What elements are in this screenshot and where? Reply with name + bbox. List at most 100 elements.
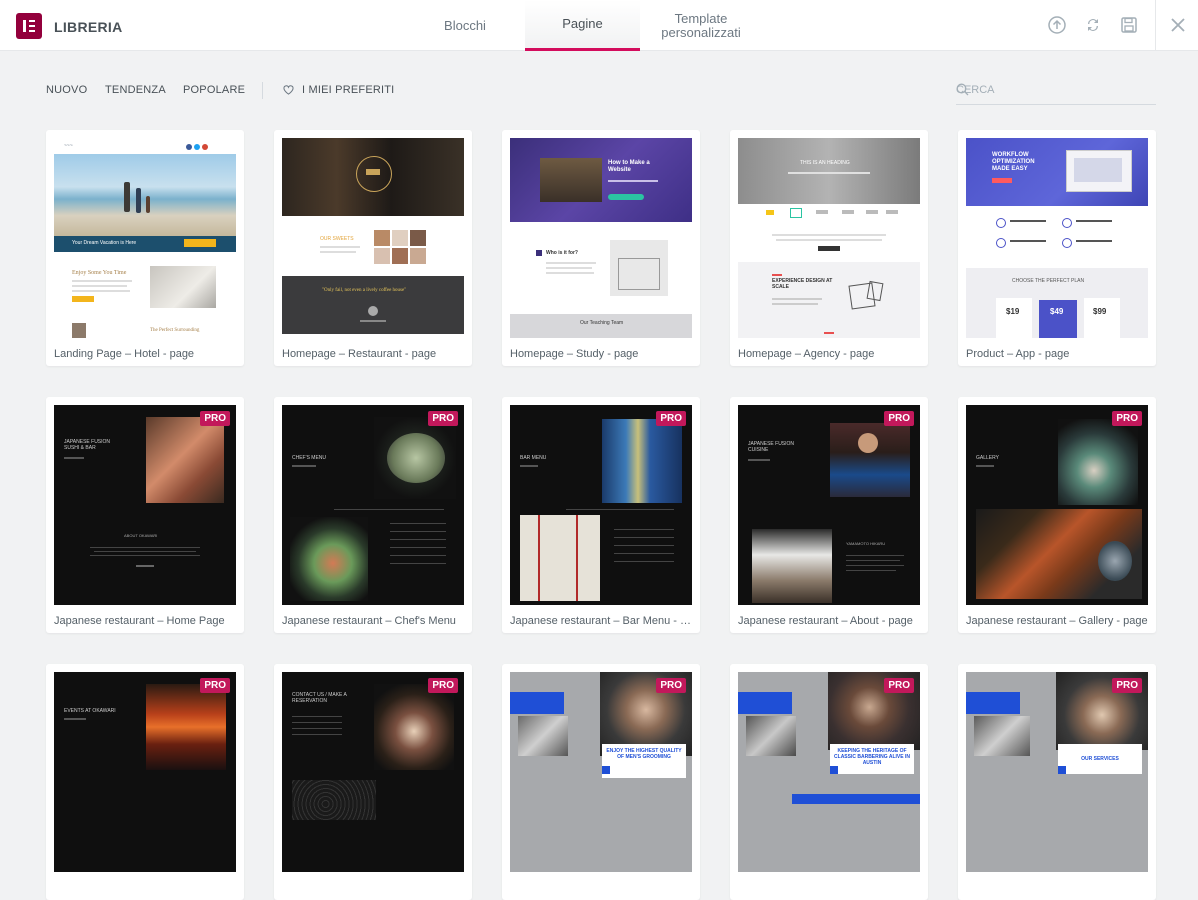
template-card[interactable]: CHEF'S MENU PRO Japanese restaurant – Ch… [274,397,472,633]
template-card[interactable]: JAPANESE FUSION SUSHI & BAR ABOUT OKAWAR… [46,397,244,633]
thumb-text: CHOOSE THE PERFECT PLAN [1012,278,1085,284]
upload-icon[interactable] [1047,15,1067,35]
favorites-label: I MIEI PREFERITI [302,84,395,96]
filter-divider [262,82,263,99]
thumb-text: Who is it for? [546,250,578,256]
template-thumbnail[interactable]: CONTACT US / MAKE A RESERVATION PRO [282,672,464,872]
thumb-text: $19 [1006,307,1020,316]
template-card[interactable]: CONTACT US / MAKE A RESERVATION PRO [274,664,472,900]
template-card[interactable]: ~~~ Your Dream Vacation is Here Enjoy So… [46,130,244,366]
template-card[interactable]: GALLERY PRO Japanese restaurant – Galler… [958,397,1156,633]
pro-badge: PRO [200,411,230,426]
thumb-text: $49 [1050,307,1064,316]
template-thumbnail[interactable]: CHEF'S MENU PRO [282,405,464,605]
heart-icon [283,84,295,96]
template-thumbnail[interactable]: ENJOY THE HIGHEST QUALITY OF MEN'S GROOM… [510,672,692,872]
template-thumbnail[interactable]: BAR MENU PRO [510,405,692,605]
thumb-text: "Only fail, not even a lively coffee hou… [322,288,407,293]
template-title: Japanese restaurant – Chef's Menu [282,615,456,627]
save-icon[interactable] [1119,15,1139,35]
thumb-text: BAR MENU [520,455,547,461]
template-card[interactable]: JAPANESE FUSION CUISINE YAMAMOTO HIKARU … [730,397,928,633]
header-divider [1155,0,1156,51]
template-title: Japanese restaurant – Home Page [54,615,225,627]
thumb-text: EXPERIENCE DESIGN AT SCALE [772,278,833,290]
close-icon[interactable] [1168,15,1188,35]
template-thumbnail[interactable]: JAPANESE FUSION CUISINE YAMAMOTO HIKARU … [738,405,920,605]
pro-badge: PRO [656,411,686,426]
library-title: LIBRERIA [54,19,123,35]
thumb-text: CHEF'S MENU [292,455,327,461]
template-card[interactable]: THIS IS AN HEADING EXPERIENCE DESIGN AT … [730,130,928,366]
elementor-logo-icon [16,13,42,39]
thumb-text: YAMAMOTO HIKARU [846,541,886,546]
template-thumbnail[interactable]: GALLERY PRO [966,405,1148,605]
template-thumbnail[interactable]: JAPANESE FUSION SUSHI & BAR ABOUT OKAWAR… [54,405,236,605]
filter-favorites[interactable]: I MIEI PREFERITI [283,84,394,96]
template-card[interactable]: EVENTS AT OKAWARI PRO [46,664,244,900]
tab-pagine[interactable]: Pagine [525,0,640,51]
thumb-text: WORKFLOW OPTIMIZATION MADE EASY [992,152,1035,172]
filter-popolare[interactable]: POPOLARE [183,84,245,96]
tab-blocchi[interactable]: Blocchi [410,0,520,51]
pro-badge: PRO [884,411,914,426]
template-thumbnail[interactable]: KEEPING THE HERITAGE OF CLASSIC BARBERIN… [738,672,920,872]
template-thumbnail[interactable]: OUR SERVICES PRO [966,672,1148,872]
pro-badge: PRO [428,411,458,426]
thumb-text: EVENTS AT OKAWARI [64,708,116,714]
tab-label: Pagine [562,16,603,31]
thumb-text: Our Teaching Team [580,320,624,326]
template-card[interactable]: OUR SWEETS "Only fail, not even a lively… [274,130,472,366]
thumb-text: KEEPING THE HERITAGE OF CLASSIC BARBERIN… [834,748,910,766]
thumb-text: Enjoy Some You Time [72,270,127,276]
thumb-text: How to Make a Website [608,160,650,173]
template-title: Landing Page – Hotel - page [54,348,195,360]
template-title: Japanese restaurant – Bar Menu - page [510,615,692,627]
thumb-text: OUR SERVICES [1081,756,1119,762]
pro-badge: PRO [1112,678,1142,693]
search-field[interactable]: CERCA [956,80,1156,105]
thumb-text: GALLERY [976,455,999,461]
thumb-text: $99 [1093,307,1107,316]
template-thumbnail[interactable]: ~~~ Your Dream Vacation is Here Enjoy So… [54,138,236,338]
thumb-text: JAPANESE FUSION CUISINE [748,441,795,453]
filter-nuovo[interactable]: NUOVO [46,84,87,96]
thumb-text: OUR SWEETS [320,236,354,242]
template-title: Homepage – Agency - page [738,348,875,360]
template-card[interactable]: How to Make a Website Who is it for? Our… [502,130,700,366]
template-title: Japanese restaurant – About - page [738,615,913,627]
template-card[interactable]: KEEPING THE HERITAGE OF CLASSIC BARBERIN… [730,664,928,900]
thumb-text: Your Dream Vacation is Here [72,240,137,246]
template-thumbnail[interactable]: WORKFLOW OPTIMIZATION MADE EASY CHOOSE T… [966,138,1148,338]
tab-template-personalizzati[interactable]: Template personalizzati [645,0,757,51]
template-thumbnail[interactable]: EVENTS AT OKAWARI PRO [54,672,236,872]
tab-label: Template personalizzati [661,10,741,40]
thumb-text: ABOUT OKAWARI [124,533,158,538]
thumb-text: THIS IS AN HEADING [800,160,850,166]
template-card[interactable]: WORKFLOW OPTIMIZATION MADE EASY CHOOSE T… [958,130,1156,366]
filter-tendenza[interactable]: TENDENZA [105,84,166,96]
template-title: Japanese restaurant – Gallery - page [966,615,1148,627]
library-header: LIBRERIA Blocchi Pagine Template persona… [0,0,1198,51]
tab-label: Blocchi [444,17,486,33]
template-card[interactable]: OUR SERVICES PRO [958,664,1156,900]
thumb-text: ENJOY THE HIGHEST QUALITY OF MEN'S GROOM… [606,748,682,760]
template-title: Product – App - page [966,348,1070,360]
pro-badge: PRO [1112,411,1142,426]
template-title: Homepage – Restaurant - page [282,348,437,360]
search-icon[interactable] [956,83,1156,99]
thumb-text: The Perfect Surrounding [150,328,200,333]
template-thumbnail[interactable]: OUR SWEETS "Only fail, not even a lively… [282,138,464,338]
pro-badge: PRO [656,678,686,693]
thumb-text: JAPANESE FUSION SUSHI & BAR [64,439,111,451]
template-thumbnail[interactable]: How to Make a Website Who is it for? Our… [510,138,692,338]
pro-badge: PRO [200,678,230,693]
template-title: Homepage – Study - page [510,348,639,360]
template-thumbnail[interactable]: THIS IS AN HEADING EXPERIENCE DESIGN AT … [738,138,920,338]
thumb-text: CONTACT US / MAKE A RESERVATION [292,692,347,704]
pro-badge: PRO [884,678,914,693]
pro-badge: PRO [428,678,458,693]
sync-icon[interactable] [1083,15,1103,35]
template-card[interactable]: BAR MENU PRO Japanese restaurant – Bar M… [502,397,700,633]
template-card[interactable]: ENJOY THE HIGHEST QUALITY OF MEN'S GROOM… [502,664,700,900]
